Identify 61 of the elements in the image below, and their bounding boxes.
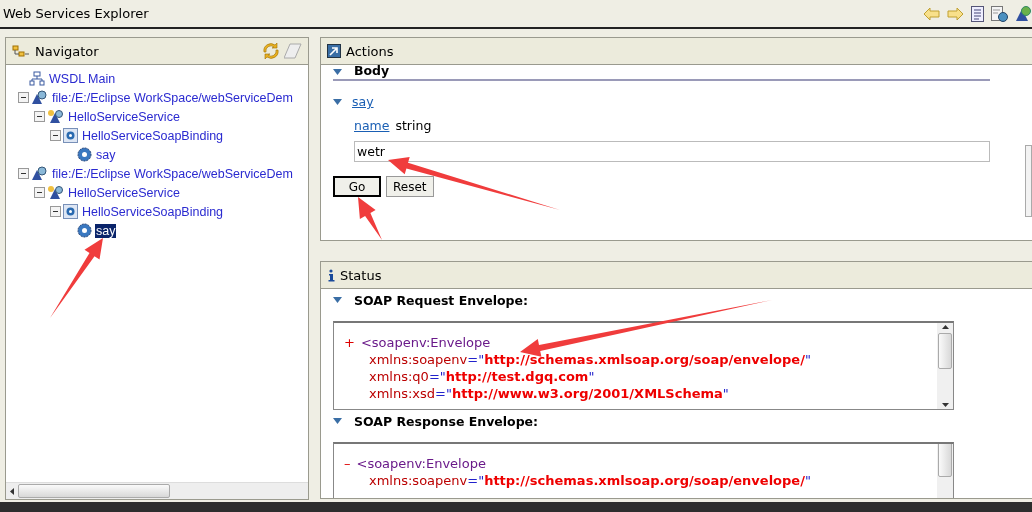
section-title: SOAP Response Envelope: [354,413,539,429]
scroll-down-icon[interactable] [941,403,949,407]
collapse-toggle[interactable] [34,187,45,198]
arrow-icon [327,44,341,58]
gear-icon [63,128,78,143]
tree-item[interactable]: file:/E:/Eclipse WorkSpace/webServiceDem [51,90,294,105]
operation-link[interactable]: say [352,94,374,109]
document-icon[interactable] [971,5,984,22]
tree-item[interactable]: WSDL Main [48,71,117,86]
collapse-toggle[interactable] [50,130,61,141]
panel-title: Navigator [35,43,99,59]
panel-title: Actions [346,43,394,59]
window-title: Web Services Explorer [3,6,149,21]
parameter-type: string [395,118,432,133]
tree-item[interactable]: say [95,223,117,238]
collapse-icon[interactable] [333,98,342,105]
section-title: Body [354,65,390,78]
horizontal-scrollbar[interactable] [6,482,308,499]
vertical-scrollbar[interactable] [937,444,953,498]
tree-item[interactable]: HelloServiceSoapBinding [81,128,225,143]
code-line: xmlns:q0="http://test.dgq.com" [368,369,596,386]
code-line: xmlns:xsd="http://www.w3.org/2001/XMLSchema" [368,386,730,403]
globe-pyramid-icon [47,185,64,200]
collapse-toggle[interactable] [50,206,61,217]
code-line: xmlns:soapenv="http://schemas.xmlsoap.org/soap/envelope/" [368,352,812,369]
vertical-scrollbar[interactable] [1025,145,1032,217]
scroll-up-icon[interactable] [941,325,949,329]
tree-item[interactable]: HelloServiceService [67,185,181,200]
vertical-scrollbar[interactable] [937,323,953,409]
hierarchy-icon [29,71,45,86]
navigator-icon [12,44,30,58]
panel-title: Status [340,267,382,283]
code-line: xmlns:soapenv="http://schemas.xmlsoap.org/soap/envelope/" [368,473,812,490]
tree-item[interactable]: HelloServiceSoapBinding [81,204,225,219]
gear-icon [77,223,92,238]
collapse-icon[interactable] [333,418,342,424]
globe-pyramid-icon[interactable] [1015,5,1032,22]
section-title: SOAP Request Envelope: [354,292,529,308]
globe-pyramid-icon [47,109,64,124]
collapse-icon[interactable] [333,297,342,303]
collapse-toggle[interactable] [18,92,29,103]
globe-pyramid-icon [31,90,48,105]
reset-button[interactable]: Reset [386,176,434,197]
annotation-arrow [358,197,382,240]
tree-item[interactable]: HelloServiceService [67,109,181,124]
go-button[interactable]: Go [333,176,381,197]
tree-item[interactable]: say [95,147,117,162]
tree-item[interactable]: file:/E:/Eclipse WorkSpace/webServiceDem [51,166,294,181]
page-globe-icon[interactable] [991,5,1008,22]
gear-icon [77,147,92,162]
collapse-toggle[interactable] [34,111,45,122]
collapse-icon[interactable] [333,69,342,75]
collapse-toggle[interactable] [18,168,29,179]
info-icon [327,268,335,282]
globe-pyramid-icon [31,166,48,181]
input-field[interactable]: wetr [354,141,990,162]
code-line: – <soapenv:Envelope [344,456,487,473]
gear-icon [63,204,78,219]
scroll-left-icon[interactable] [10,487,14,495]
parameter-link[interactable]: name [354,118,390,133]
code-line: + <soapenv:Envelope [344,335,492,352]
